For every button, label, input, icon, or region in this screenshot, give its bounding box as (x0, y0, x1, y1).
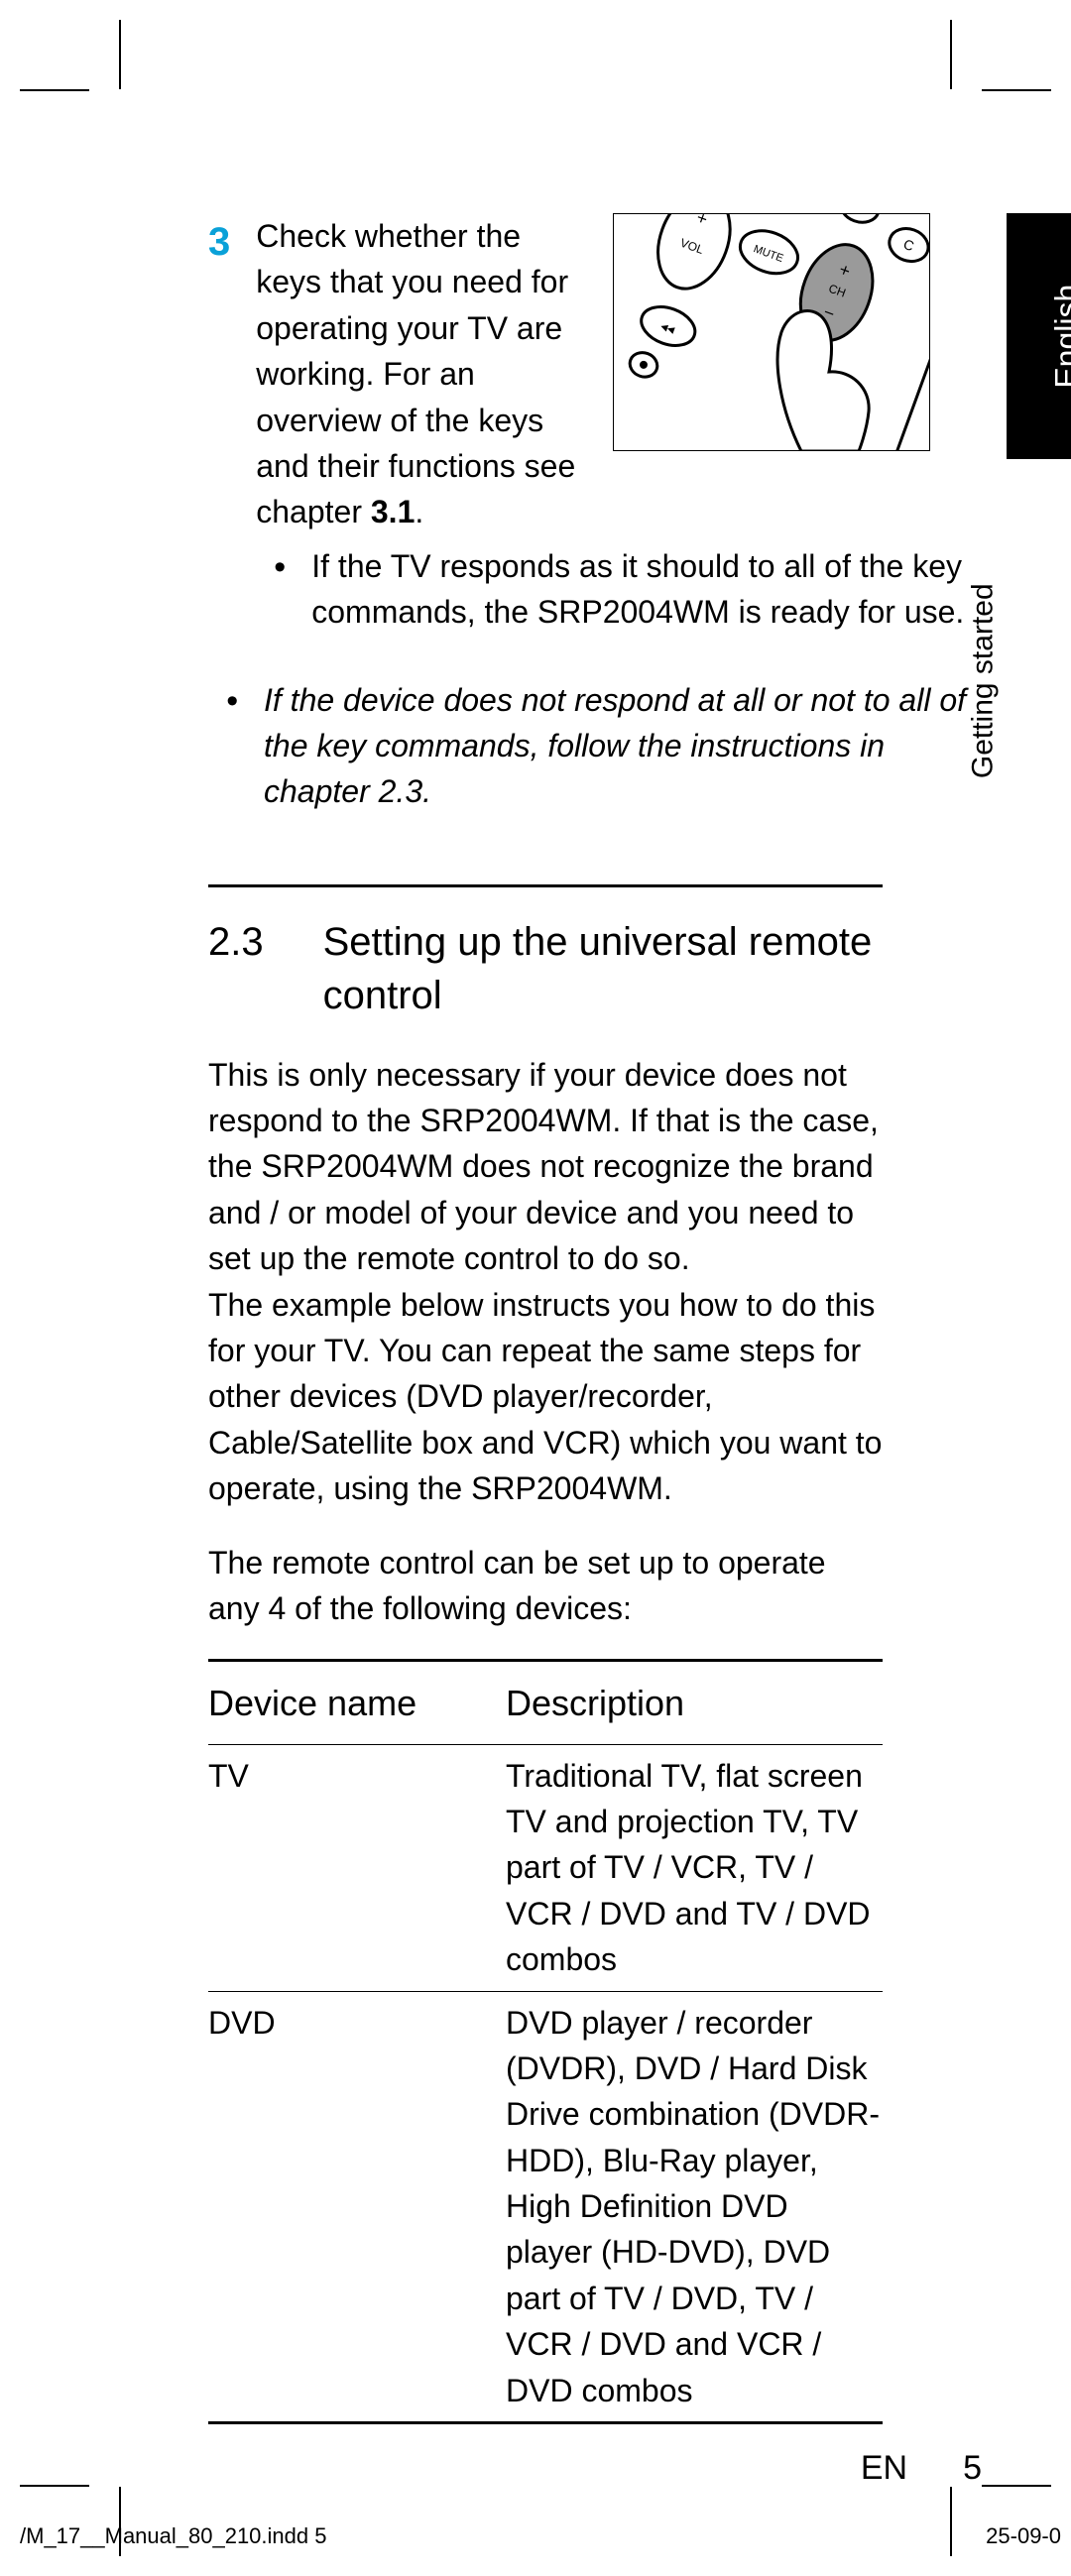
step-text: Check whether the keys that you need for… (256, 213, 593, 535)
remote-illustration: + VOL MUTE + CH − B C (613, 213, 930, 451)
table-header-desc: Description (506, 1662, 883, 1744)
table-row: TV Traditional TV, flat screen TV and pr… (208, 1744, 883, 1991)
step-bullet-1: If the TV responds as it should to all o… (256, 543, 982, 636)
paragraph-1: This is only necessary if your device do… (208, 1052, 883, 1512)
imprint-file: /M_17__Manual_80_210.indd 5 (20, 2520, 326, 2552)
table-header-name: Device name (208, 1662, 506, 1744)
imprint-date: 25-09-0 (986, 2520, 1061, 2552)
section-number: 2.3 (208, 915, 264, 1022)
italic-note: If the device does not respond at all or… (208, 677, 982, 815)
crop-mark (119, 20, 121, 89)
paragraph-2: The remote control can be set up to oper… (208, 1540, 883, 1632)
language-tab-label: English (1043, 285, 1071, 389)
step-3: 3 Check whether the keys that you need f… (208, 213, 982, 649)
table-row: DVD DVD player / recorder (DVDR), DVD / … (208, 1991, 883, 2423)
step-number: 3 (208, 213, 230, 649)
footer-lang: EN (861, 2444, 907, 2493)
footer-page: 5 (963, 2444, 982, 2493)
device-desc: DVD player / recorder (DVDR), DVD / Hard… (506, 1991, 883, 2423)
chapter-ref: 3.1 (371, 494, 415, 529)
crop-mark (982, 2485, 1051, 2487)
crop-mark (950, 20, 952, 89)
crop-mark (20, 2485, 89, 2487)
section-title: Setting up the universal remote control (323, 915, 883, 1022)
crop-mark (982, 89, 1051, 91)
page-footer: EN 5 (861, 2444, 982, 2493)
page-content: English Getting started 3 Check whether … (208, 213, 982, 2424)
device-name: TV (208, 1744, 506, 1991)
imprint-line: /M_17__Manual_80_210.indd 5 25-09-0 (0, 2520, 1071, 2552)
language-tab: English (1007, 213, 1071, 459)
crop-mark (20, 89, 89, 91)
device-name: DVD (208, 1991, 506, 2423)
device-table: Device name Description TV Traditional T… (208, 1662, 883, 2424)
section-heading: 2.3 Setting up the universal remote cont… (208, 915, 883, 1022)
section-rule (208, 884, 883, 887)
device-desc: Traditional TV, flat screen TV and proje… (506, 1744, 883, 1991)
